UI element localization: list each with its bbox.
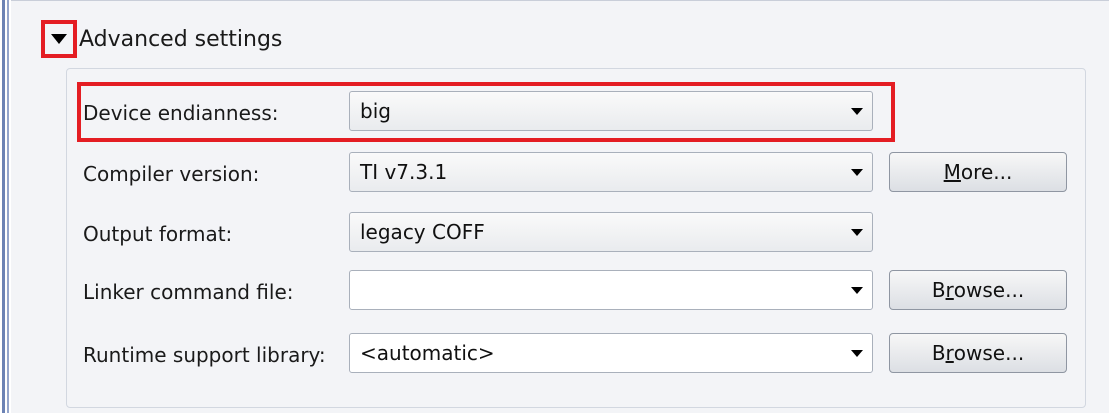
row-runtime-support-library: Runtime support library: <automatic> Bro…	[67, 333, 1085, 377]
left-rail	[0, 0, 10, 413]
browse-runtime-button[interactable]: Br owse...	[889, 333, 1067, 373]
output-format-label: Output format:	[83, 222, 233, 246]
compiler-version-value: TI v7.3.1	[360, 160, 448, 184]
settings-panel: Advanced settings Device endianness: big…	[11, 0, 1109, 413]
runtime-support-library-value[interactable]: <automatic>	[350, 341, 842, 365]
output-format-value: legacy COFF	[360, 220, 485, 244]
runtime-support-library-label: Runtime support library:	[83, 343, 326, 367]
chevron-down-icon[interactable]	[842, 213, 872, 251]
compiler-version-label: Compiler version:	[83, 162, 260, 186]
device-endianness-label: Device endianness:	[83, 101, 279, 125]
compiler-version-select[interactable]: TI v7.3.1	[349, 152, 873, 192]
chevron-down-icon[interactable]	[842, 92, 872, 130]
row-output-format: Output format: legacy COFF	[67, 212, 1085, 256]
advanced-settings-header[interactable]: Advanced settings	[41, 19, 282, 59]
runtime-support-library-input[interactable]: <automatic>	[349, 333, 873, 373]
row-device-endianness: Device endianness: big	[67, 91, 1085, 135]
browse-linker-button[interactable]: Br owse...	[889, 270, 1067, 310]
row-compiler-version: Compiler version: TI v7.3.1 More...	[67, 152, 1085, 196]
output-format-select[interactable]: legacy COFF	[349, 212, 873, 252]
device-endianness-value: big	[360, 99, 391, 123]
linker-command-file-input[interactable]	[349, 270, 873, 310]
more-button[interactable]: More...	[889, 152, 1067, 192]
eclipse-project-wizard: Advanced settings Device endianness: big…	[0, 0, 1109, 413]
advanced-settings-group: Device endianness: big Compiler version:…	[66, 68, 1086, 408]
chevron-down-icon[interactable]	[842, 334, 872, 372]
linker-command-file-label: Linker command file:	[83, 280, 294, 304]
triangle-down-icon[interactable]	[50, 33, 68, 45]
row-linker-command-file: Linker command file: Br owse...	[67, 270, 1085, 314]
device-endianness-select[interactable]: big	[349, 91, 873, 131]
chevron-down-icon[interactable]	[842, 271, 872, 309]
twisty-highlight-box[interactable]	[41, 20, 77, 58]
chevron-down-icon[interactable]	[842, 153, 872, 191]
section-title[interactable]: Advanced settings	[79, 27, 282, 52]
